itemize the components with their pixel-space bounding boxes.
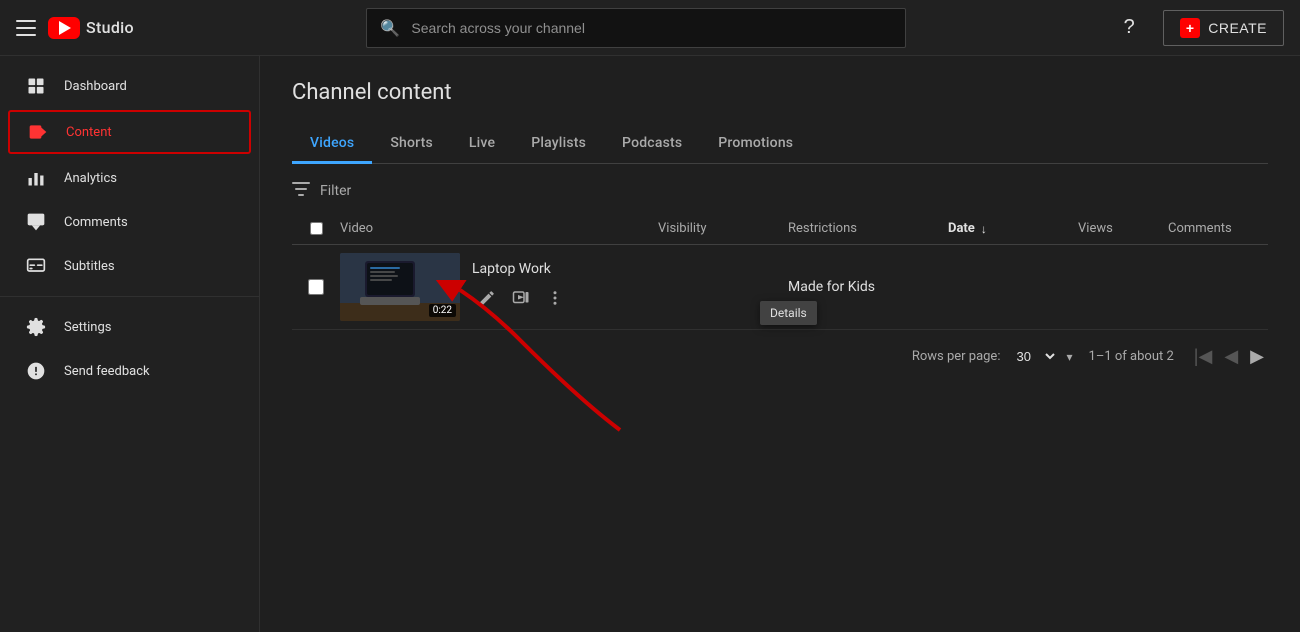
sidebar-feedback-label: Send feedback: [64, 364, 150, 379]
create-button[interactable]: + CREATE: [1163, 10, 1284, 46]
main-layout: Dashboard Content Analytics Comments: [0, 56, 1300, 632]
row-check[interactable]: [292, 279, 340, 295]
tab-playlists[interactable]: Playlists: [513, 125, 604, 164]
rows-per-page: Rows per page: 30 50 100 ▾: [912, 346, 1073, 367]
header-visibility: Visibility: [658, 221, 788, 236]
page-info: 1–1 of about 2: [1089, 349, 1174, 364]
analytics-icon: [24, 168, 48, 188]
studio-label: Studio: [86, 18, 134, 37]
dashboard-icon: [24, 76, 48, 96]
video-title: Laptop Work: [472, 261, 570, 277]
tab-podcasts[interactable]: Podcasts: [604, 125, 700, 164]
feedback-icon: [24, 361, 48, 381]
search-bar: 🔍: [366, 8, 906, 48]
rows-per-page-select[interactable]: 30 50 100: [1008, 346, 1058, 367]
create-icon: +: [1180, 18, 1200, 38]
watch-button[interactable]: [506, 283, 536, 313]
edit-button[interactable]: [472, 283, 502, 313]
header-restrictions: Restrictions: [788, 221, 948, 236]
search-icon: 🔍: [380, 18, 400, 37]
filter-row: Filter: [292, 180, 1268, 201]
logo-container: Studio: [48, 17, 134, 39]
header-comments: Comments: [1168, 221, 1268, 236]
video-duration: 0:22: [429, 304, 456, 317]
settings-icon: [24, 317, 48, 337]
tab-promotions[interactable]: Promotions: [700, 125, 811, 164]
filter-icon: [292, 180, 310, 201]
tooltip-details: Details: [760, 301, 817, 325]
header: Studio 🔍 ? + CREATE: [0, 0, 1300, 56]
youtube-logo-icon: [48, 17, 80, 39]
tab-live[interactable]: Live: [451, 125, 513, 164]
comments-icon: [24, 212, 48, 232]
content-area: Channel content Videos Shorts Live Playl…: [260, 56, 1300, 632]
header-video: Video: [340, 221, 658, 236]
filter-label: Filter: [320, 183, 351, 199]
video-cell: 0:22 Laptop Work: [340, 253, 658, 321]
search-input[interactable]: [366, 8, 906, 48]
dropdown-icon: ▾: [1066, 350, 1072, 364]
sidebar-content-highlight-box: Content: [8, 110, 251, 154]
hamburger-menu-icon[interactable]: [16, 20, 36, 36]
sidebar-settings-label: Settings: [64, 320, 111, 335]
sidebar-subtitles-label: Subtitles: [64, 259, 115, 274]
sidebar-item-settings[interactable]: Settings: [0, 305, 259, 349]
sidebar: Dashboard Content Analytics Comments: [0, 56, 260, 632]
next-page-button[interactable]: ▶: [1246, 342, 1268, 371]
sidebar-item-content[interactable]: Content: [10, 112, 249, 152]
tab-videos[interactable]: Videos: [292, 125, 372, 164]
tab-shorts[interactable]: Shorts: [372, 125, 451, 164]
table: Video Visibility Restrictions Date ↓ Vie…: [292, 213, 1268, 330]
sort-arrow-icon: ↓: [981, 222, 987, 236]
sidebar-item-dashboard[interactable]: Dashboard: [0, 64, 259, 108]
select-all-checkbox[interactable]: [310, 222, 323, 235]
subtitles-icon: [24, 256, 48, 276]
more-options-button[interactable]: [540, 283, 570, 313]
sidebar-content-label: Content: [66, 125, 112, 140]
sidebar-item-subtitles[interactable]: Subtitles: [0, 244, 259, 288]
rows-per-page-label: Rows per page:: [912, 349, 1001, 364]
first-page-button[interactable]: |◀: [1190, 342, 1217, 371]
sidebar-item-feedback[interactable]: Send feedback: [0, 349, 259, 393]
table-header: Video Visibility Restrictions Date ↓ Vie…: [292, 213, 1268, 245]
sidebar-item-comments[interactable]: Comments: [0, 200, 259, 244]
page-title: Channel content: [292, 80, 1268, 105]
header-left: Studio: [16, 17, 256, 39]
play-triangle-icon: [59, 21, 71, 35]
tabs-bar: Videos Shorts Live Playlists Podcasts Pr…: [292, 125, 1268, 164]
header-views: Views: [1078, 221, 1168, 236]
sidebar-item-analytics[interactable]: Analytics: [0, 156, 259, 200]
create-label: CREATE: [1208, 20, 1267, 36]
sidebar-analytics-label: Analytics: [64, 171, 117, 186]
pagination-row: Rows per page: 30 50 100 ▾ 1–1 of about …: [292, 330, 1268, 383]
video-thumbnail: 0:22: [340, 253, 460, 321]
video-actions: Details: [472, 283, 570, 313]
row-restrictions: Made for Kids: [788, 279, 948, 295]
sidebar-comments-label: Comments: [64, 215, 128, 230]
header-right: ? + CREATE: [1111, 10, 1284, 46]
header-check[interactable]: [292, 222, 340, 235]
help-button[interactable]: ?: [1111, 10, 1147, 46]
header-date[interactable]: Date ↓: [948, 221, 1078, 236]
row-checkbox[interactable]: [308, 279, 324, 295]
sidebar-dashboard-label: Dashboard: [64, 79, 127, 94]
page-navigation: |◀ ◀ ▶: [1190, 342, 1268, 371]
prev-page-button[interactable]: ◀: [1220, 342, 1242, 371]
content-icon: [26, 122, 50, 142]
video-info: Laptop Work Detai: [472, 261, 570, 313]
sidebar-divider: [0, 296, 259, 297]
table-row: 0:22 Laptop Work: [292, 245, 1268, 330]
